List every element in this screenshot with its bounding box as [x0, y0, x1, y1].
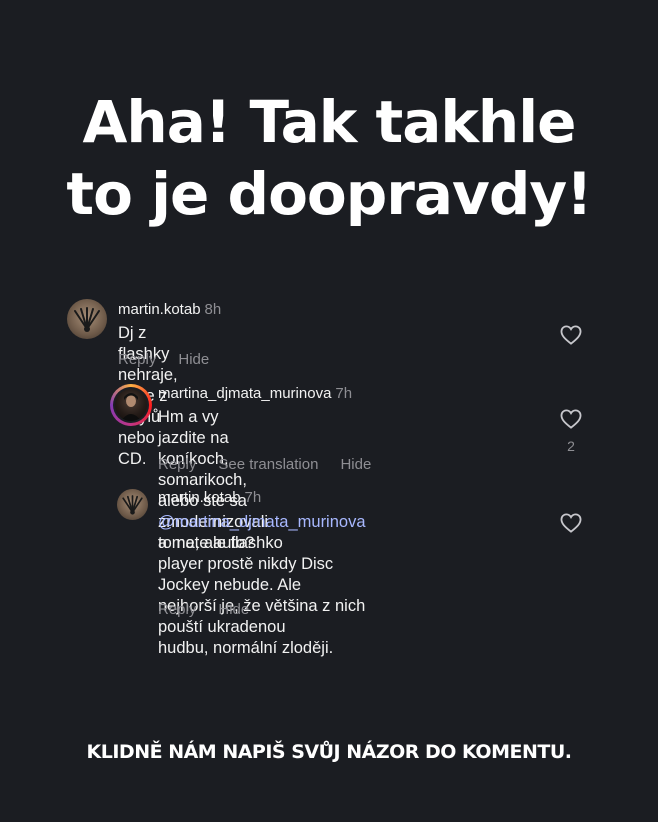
comment-actions: Reply See translation Hide	[158, 456, 393, 474]
username[interactable]: martina_djmata_murinova	[158, 385, 331, 402]
comment-actions: Reply Hide	[118, 351, 231, 369]
reply-button[interactable]: Reply	[158, 456, 196, 473]
dj-avatar-icon	[74, 307, 100, 332]
comment-actions: Reply Hide	[158, 601, 271, 619]
comment-text: @martina_djmata_murinova to ne, ale flas…	[158, 512, 366, 659]
see-translation-button[interactable]: See translation	[218, 456, 318, 473]
hide-button[interactable]: Hide	[218, 601, 249, 618]
comment-text-line: player prostě nikdy Disc Jockey nebude. …	[158, 555, 334, 594]
profile-avatar	[115, 389, 147, 421]
comment-meta: martina_djmata_murinova 7h	[158, 385, 352, 403]
call-to-action: KLIDNĚ NÁM NAPIŠ SVŮJ NÁZOR DO KOMENTU.	[86, 741, 572, 763]
comment-text-line: to ne, ale flashko	[158, 534, 283, 552]
hide-button[interactable]: Hide	[340, 456, 371, 473]
heart-outline-icon[interactable]	[560, 513, 582, 533]
comment-text-line: Hm a vy jazdite na koníkoch, somarikoch,	[158, 408, 247, 489]
comment-meta: martin.kotab 8h	[118, 301, 221, 319]
heart-outline-icon[interactable]	[560, 325, 582, 345]
username[interactable]: martin.kotab	[158, 489, 241, 506]
like-count: 2	[567, 438, 575, 454]
avatar[interactable]	[67, 299, 107, 339]
avatar[interactable]	[117, 489, 148, 520]
headline-line-1: Aha! Tak takhle	[82, 88, 577, 156]
timestamp: 8h	[204, 301, 222, 318]
hide-button[interactable]: Hide	[178, 351, 209, 368]
reply-button[interactable]: Reply	[158, 601, 196, 618]
headline: Aha! Tak takhle to je doopravdy!	[0, 86, 658, 230]
avatar-story-ring[interactable]	[110, 384, 152, 426]
dj-avatar-icon	[122, 495, 143, 515]
username[interactable]: martin.kotab	[118, 301, 201, 318]
reply-button[interactable]: Reply	[118, 351, 156, 368]
comment-text-line: hudbu, normální zloději.	[158, 639, 334, 657]
headline-line-2: to je doopravdy!	[66, 160, 592, 228]
mention-link[interactable]: @martina_djmata_murinova	[158, 513, 366, 531]
comment-meta: martin.kotab 7h	[158, 489, 261, 507]
heart-outline-icon[interactable]	[560, 409, 582, 429]
timestamp: 7h	[244, 489, 262, 506]
timestamp: 7h	[335, 385, 353, 402]
